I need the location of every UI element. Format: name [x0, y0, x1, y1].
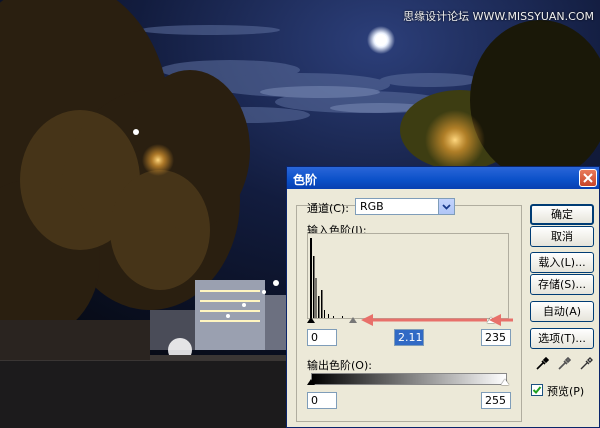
auto-button[interactable]: 自动(A) [530, 301, 594, 322]
output-levels-label: 输出色阶(O): [307, 359, 372, 372]
preview-label: 预览(P) [547, 385, 585, 398]
gray-eyedropper-icon[interactable] [557, 357, 571, 371]
output-white-slider[interactable] [501, 379, 509, 385]
annotation-arrow-icon [361, 314, 513, 326]
output-black-field[interactable]: 0 [307, 392, 337, 409]
dialog-title: 色阶 [293, 173, 318, 187]
input-black-field[interactable]: 0 [307, 329, 337, 346]
input-gamma-slider[interactable] [349, 317, 357, 323]
load-button[interactable]: 载入(L)... [530, 252, 594, 273]
options-button[interactable]: 选项(T)... [530, 328, 594, 349]
close-icon [583, 173, 593, 183]
cancel-button[interactable]: 取消 [530, 226, 594, 247]
close-button[interactable] [579, 169, 597, 187]
preview-checkbox[interactable] [531, 384, 543, 396]
input-white-field[interactable]: 235 [481, 329, 511, 346]
output-white-field[interactable]: 255 [481, 392, 511, 409]
dialog-title-bar[interactable]: 色阶 [287, 167, 599, 189]
chevron-down-icon[interactable] [438, 199, 454, 214]
save-button[interactable]: 存储(S)... [530, 274, 594, 295]
watermark-text: 思缘设计论坛 WWW.MISSYUAN.COM [403, 10, 594, 23]
output-gradient-bar [311, 373, 507, 385]
black-eyedropper-icon[interactable] [535, 357, 549, 371]
input-black-slider[interactable] [307, 317, 315, 323]
ok-button[interactable]: 确定 [530, 204, 594, 225]
histogram-chart [307, 233, 509, 319]
input-gamma-field[interactable]: 2.11 [394, 329, 424, 346]
levels-dialog: 色阶 通道(C): RGB 输入色阶(I): 0 2.11 235 输出色阶(O… [286, 166, 600, 428]
channel-select[interactable]: RGB [355, 198, 455, 215]
white-eyedropper-icon[interactable] [579, 357, 593, 371]
channel-value: RGB [360, 200, 384, 213]
output-black-slider[interactable] [307, 379, 315, 385]
channel-label: 通道(C): [307, 202, 349, 215]
checkmark-icon [532, 386, 542, 394]
